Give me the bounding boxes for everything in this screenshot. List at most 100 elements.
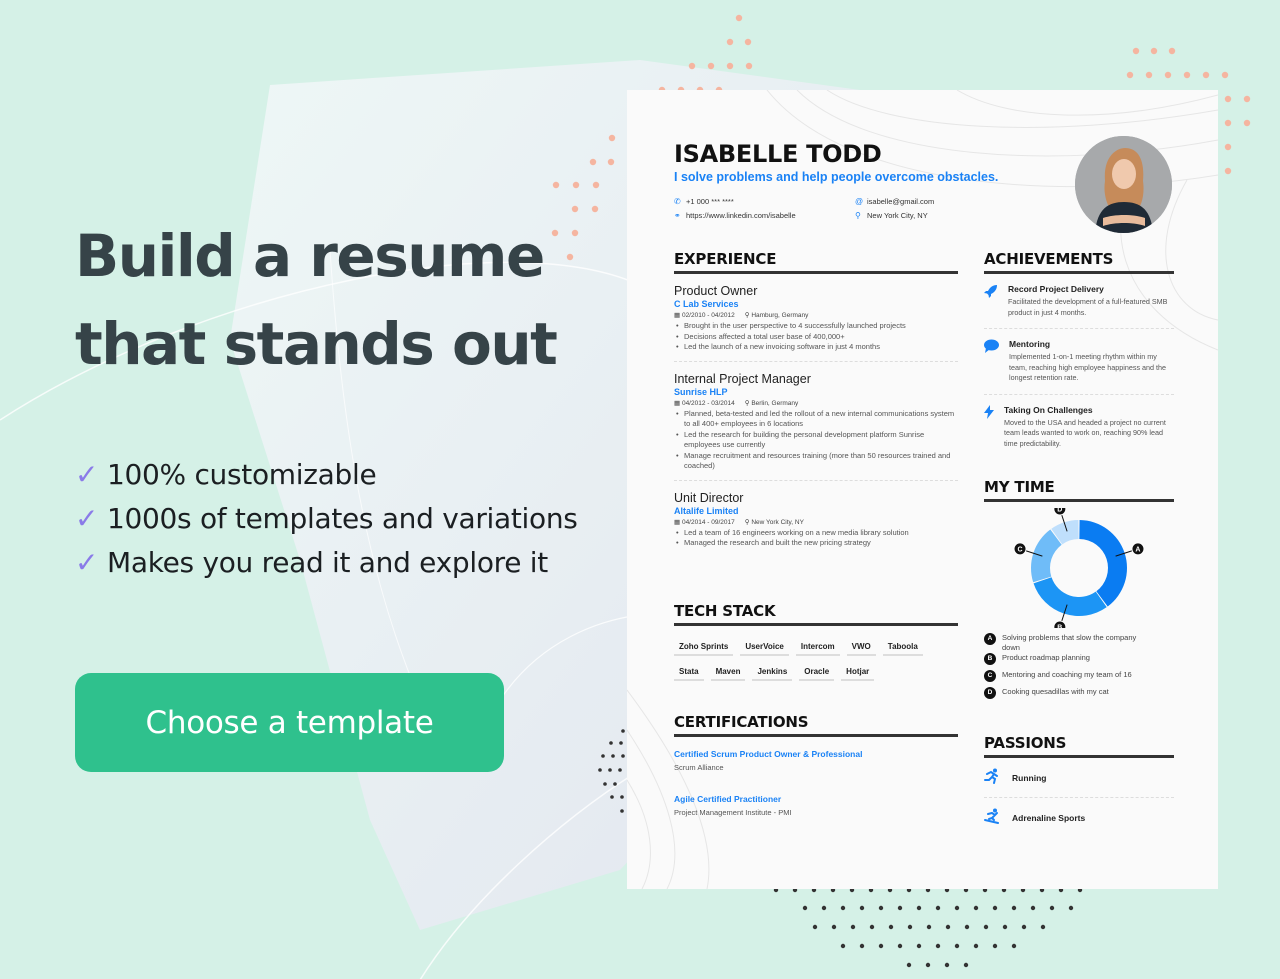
hero-title: Build a resume that stands out — [75, 212, 635, 388]
decoration-dot — [992, 905, 998, 911]
donut-callout-label: D — [1057, 508, 1062, 514]
speech-bubble-icon — [984, 339, 999, 384]
decoration-dot — [935, 943, 941, 949]
company-name[interactable]: C Lab Services — [674, 299, 958, 309]
decoration-dot — [592, 181, 600, 189]
certifications-section: CERTIFICATIONS Certified Scrum Product O… — [674, 713, 958, 827]
contact-email[interactable]: @ isabelle@gmail.com — [855, 197, 934, 206]
decoration-dot — [589, 158, 597, 166]
calendar-icon: ▦ — [674, 312, 682, 319]
decoration-dot — [945, 924, 951, 930]
resume-preview[interactable]: ISABELLE TODD I solve problems and help … — [627, 90, 1218, 889]
decoration-dot — [1164, 71, 1172, 79]
achievement-description: Moved to the USA and headed a project no… — [1004, 417, 1166, 448]
job-location: ⚲ Hamburg, Germany — [744, 312, 809, 319]
calendar-icon: ▦ — [674, 399, 682, 407]
decoration-dot — [1145, 71, 1153, 79]
certification-title[interactable]: Certified Scrum Product Owner & Professi… — [674, 749, 958, 759]
decoration-dot — [916, 943, 922, 949]
feature-item: ✓ Makes you read it and explore it — [75, 540, 578, 584]
decoration-dot — [878, 905, 884, 911]
decoration-dot — [609, 741, 613, 745]
decoration-dot — [621, 729, 625, 733]
passion-item: Adrenaline Sports — [984, 798, 1174, 837]
job-location: ⚲ New York City, NY — [744, 518, 804, 526]
avatar-photo — [1075, 136, 1172, 233]
decoration-dot — [888, 924, 894, 930]
job-bullets: Planned, beta-tested and led the rollout… — [674, 409, 958, 472]
decoration-dot — [552, 181, 560, 189]
decoration-dot — [1168, 47, 1176, 55]
legend-label: Solving problems that slow the company d… — [1002, 633, 1137, 652]
decoration-dot — [831, 924, 837, 930]
choose-template-button[interactable]: Choose a template — [75, 673, 504, 772]
donut-slice-c — [1031, 529, 1062, 583]
decoration-dot — [619, 741, 623, 745]
achievement-title: Record Project Delivery — [1008, 284, 1104, 294]
decoration-dot — [726, 38, 734, 46]
legend-label: Mentoring and coaching my team of 16 — [1002, 670, 1132, 679]
tech-tag: Maven — [710, 664, 746, 681]
achievements-section: ACHIEVEMENTS Record Project Delivery Fac… — [984, 250, 1174, 459]
decoration-dot — [812, 924, 818, 930]
link-icon: ⚭ — [674, 211, 681, 220]
feature-text: 1000s of templates and variations — [107, 501, 578, 535]
experience-section: EXPERIENCE Product Owner C Lab Services … — [674, 250, 958, 557]
job-location: ⚲ Berlin, Germany — [744, 399, 799, 407]
feature-list: ✓ 100% customizable ✓ 1000s of templates… — [75, 452, 578, 584]
achievement-item: Record Project Delivery Facilitated the … — [984, 274, 1174, 329]
donut-slice-a — [1079, 520, 1127, 607]
running-icon — [984, 768, 1000, 787]
job-title: Unit Director — [674, 490, 744, 505]
bullet-item: Decisions affected a total user base of … — [674, 332, 958, 343]
bullet-item: Managed the research and built the new p… — [674, 538, 958, 549]
company-name[interactable]: Sunrise HLP — [674, 387, 958, 397]
lightning-icon — [984, 404, 994, 450]
decoration-dot — [1068, 905, 1074, 911]
decoration-dot — [610, 795, 614, 799]
contact-location: ⚲ New York City, NY — [855, 211, 928, 220]
experience-entry: Unit Director Altalife Limited ▦ 04/2014… — [674, 491, 958, 557]
section-title-passions: PASSIONS — [984, 734, 1174, 758]
job-bullets: Brought in the user perspective to 4 suc… — [674, 321, 958, 353]
tech-tag: Intercom — [795, 639, 840, 656]
decoration-dot — [926, 924, 932, 930]
my-time-legend: A Solving problems that slow the company… — [984, 633, 1174, 699]
decoration-dot — [688, 62, 696, 70]
decoration-dot — [735, 14, 743, 22]
bullet-item: Manage recruitment and resources trainin… — [674, 451, 958, 472]
decoration-dot — [726, 62, 734, 70]
decoration-dot — [572, 181, 580, 189]
decoration-dot — [608, 134, 616, 142]
rocket-icon — [984, 284, 998, 318]
check-icon: ✓ — [75, 545, 99, 579]
company-name[interactable]: Altalife Limited — [674, 506, 958, 516]
job-bullets: Led a team of 16 engineers working on a … — [674, 528, 958, 549]
decoration-dot — [897, 905, 903, 911]
decoration-dot — [859, 905, 865, 911]
decoration-dot — [621, 754, 625, 758]
tech-tag: UserVoice — [740, 639, 789, 656]
tech-tag: Jenkins — [752, 664, 793, 681]
certification-title[interactable]: Agile Certified Practitioner — [674, 794, 958, 804]
decoration-dot — [707, 62, 715, 70]
decoration-dot — [598, 768, 602, 772]
decoration-dot — [907, 924, 913, 930]
experience-entry: Product Owner C Lab Services ▦ 02/2010 -… — [674, 284, 958, 362]
decoration-dot — [906, 962, 912, 968]
feature-item: ✓ 1000s of templates and variations — [75, 496, 578, 540]
contact-linkedin[interactable]: ⚭ https://www.linkedin.com/isabelle — [674, 211, 796, 220]
decoration-dot — [869, 924, 875, 930]
decoration-dot — [1224, 119, 1232, 127]
decoration-dot — [964, 924, 970, 930]
decoration-dot — [744, 38, 752, 46]
decoration-dot — [601, 754, 605, 758]
decoration-dot — [954, 943, 960, 949]
dark-dots — [773, 887, 1083, 968]
bullet-item: Led the research for building the person… — [674, 430, 958, 451]
legend-item: B Product roadmap planning — [984, 653, 1174, 665]
achievement-title: Taking On Challenges — [1004, 404, 1093, 415]
phone-icon: ✆ — [674, 197, 681, 206]
decoration-dot — [618, 768, 622, 772]
bullet-item: Brought in the user perspective to 4 suc… — [674, 321, 958, 332]
